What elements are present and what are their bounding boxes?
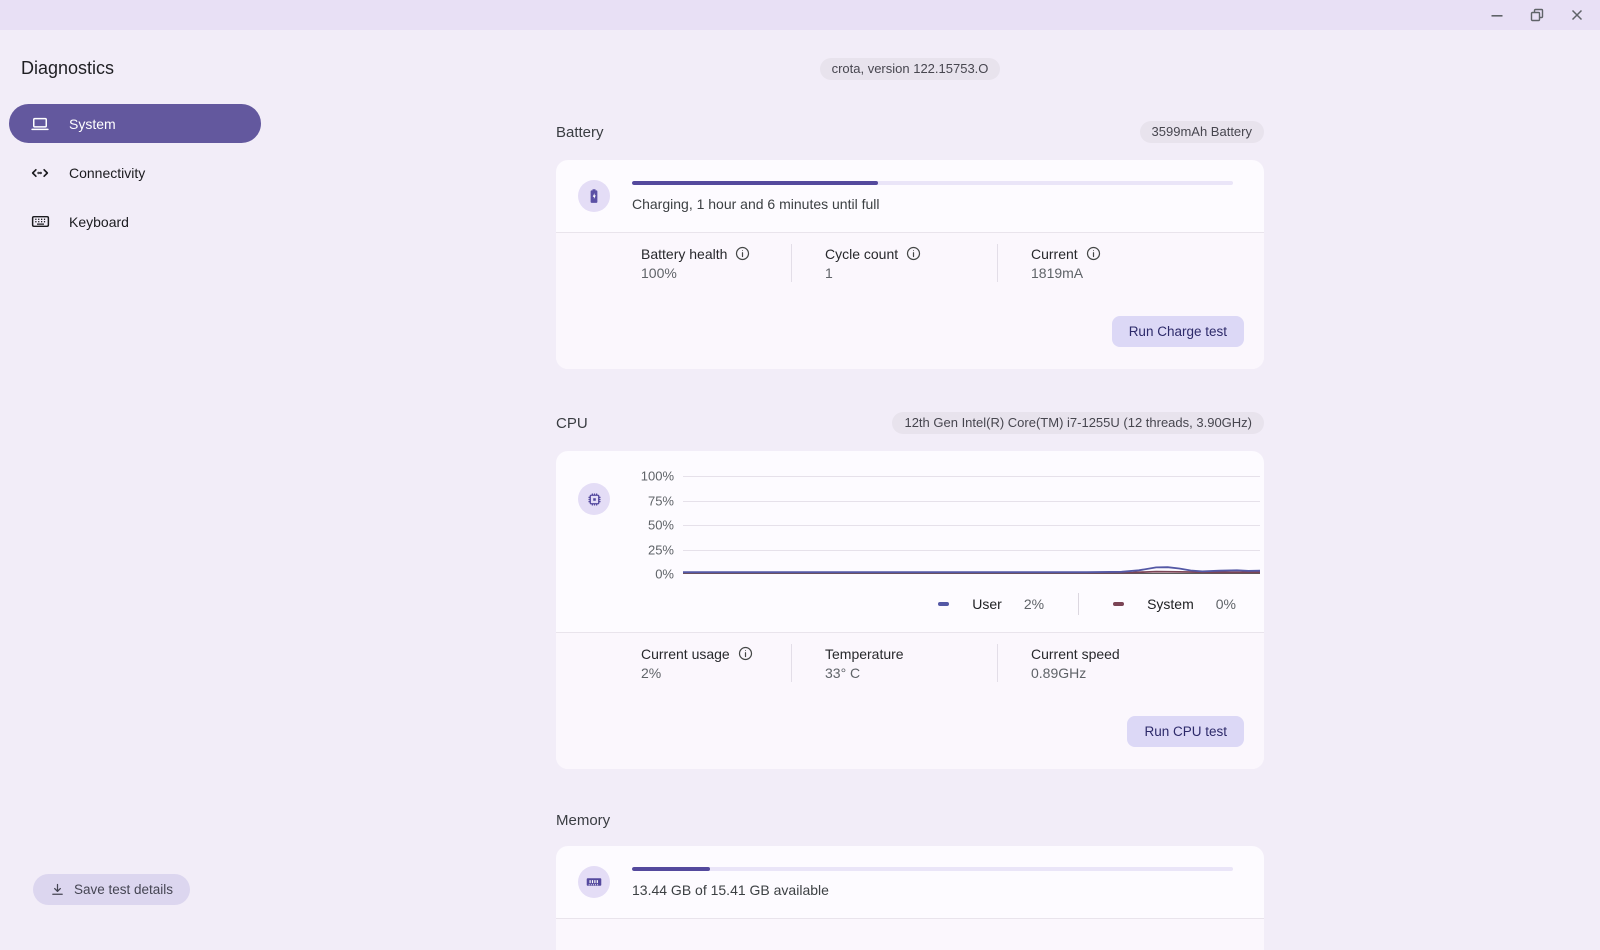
battery-capacity-badge: 3599mAh Battery: [1139, 121, 1264, 143]
info-icon[interactable]: [735, 246, 750, 261]
run-cpu-test-button[interactable]: Run CPU test: [1127, 716, 1244, 747]
save-test-details-label: Save test details: [74, 882, 174, 897]
battery-stats-row: Battery health 100% Cycle count 1 Curren…: [556, 233, 1264, 295]
cpu-chart-legend: User 2% System 0%: [632, 574, 1260, 632]
current-speed-label: Current speed: [1031, 645, 1120, 662]
cpu-usage-chart: 100% 75% 50% 25% 0%: [632, 468, 1260, 582]
battery-status-text: Charging, 1 hour and 6 minutes until ful…: [632, 195, 880, 212]
sidebar-item-connectivity[interactable]: Connectivity: [9, 153, 261, 192]
memory-card: 13.44 GB of 15.41 GB available: [556, 846, 1264, 950]
memory-ram-icon: [578, 866, 610, 898]
battery-section-title: Battery: [556, 123, 604, 141]
battery-charge-progressbar: [632, 180, 1233, 185]
download-icon: [50, 882, 65, 897]
info-icon[interactable]: [738, 646, 753, 661]
sidebar-item-keyboard[interactable]: Keyboard: [9, 202, 261, 241]
current-speed-value: 0.89GHz: [1031, 664, 1087, 681]
board-version-badge: crota, version 122.15753.O: [819, 58, 1001, 80]
current-value: 1819mA: [1031, 264, 1084, 281]
cycle-count-value: 1: [825, 264, 833, 281]
system-series-swatch: [1113, 602, 1125, 606]
cpu-model-badge: 12th Gen Intel(R) Core(TM) i7-1255U (12 …: [892, 412, 1264, 434]
minimize-button[interactable]: [1488, 6, 1506, 24]
save-test-details-button[interactable]: Save test details: [33, 874, 191, 905]
cpu-chip-icon: [578, 483, 610, 515]
legend-user: User 2%: [938, 596, 1044, 612]
battery-icon: [578, 180, 610, 212]
cpu-section: CPU 12th Gen Intel(R) Core(TM) i7-1255U …: [556, 412, 1264, 769]
cpu-section-title: CPU: [556, 414, 588, 432]
sidebar-item-label: Connectivity: [69, 164, 146, 181]
main-content: crota, version 122.15753.O Battery 3599m…: [270, 30, 1600, 950]
temperature-value: 33° C: [825, 664, 861, 681]
sidebar-item-label: System: [69, 115, 116, 132]
legend-system: System 0%: [1113, 596, 1236, 612]
current-usage-label: Current usage: [641, 646, 791, 662]
cpu-chart-plot-area: [683, 476, 1260, 575]
close-button[interactable]: [1568, 6, 1586, 24]
battery-section: Battery 3599mAh Battery Charging, 1 hour…: [556, 121, 1264, 369]
current-usage-value: 2%: [641, 664, 662, 681]
user-series-swatch: [938, 602, 950, 606]
laptop-icon: [29, 113, 51, 135]
sidebar-item-label: Keyboard: [69, 213, 129, 230]
cpu-stats-row: Current usage 2% Temperature 33° C Curre…: [556, 633, 1264, 695]
cpu-card: 100% 75% 50% 25% 0% User 2% System 0% Cu…: [556, 451, 1264, 769]
memory-section-title: Memory: [556, 812, 611, 829]
battery-card: Charging, 1 hour and 6 minutes until ful…: [556, 160, 1264, 369]
cpu-chart-y-axis: 100% 75% 50% 25% 0%: [640, 468, 674, 582]
restore-button[interactable]: [1528, 6, 1546, 24]
cpu-usage-lines: [683, 566, 1260, 574]
keyboard-icon: [29, 211, 51, 233]
info-icon[interactable]: [1086, 246, 1101, 261]
sidebar-item-system[interactable]: System: [9, 104, 261, 143]
memory-usage-progressbar: [632, 866, 1233, 871]
cycle-count-label: Cycle count: [825, 246, 997, 262]
temperature-label: Temperature: [825, 645, 904, 662]
current-label: Current: [1031, 246, 1264, 262]
battery-health-label: Battery health: [641, 246, 791, 262]
run-charge-test-button[interactable]: Run Charge test: [1111, 316, 1244, 347]
page-title: Diagnostics: [21, 58, 115, 78]
info-icon[interactable]: [906, 246, 921, 261]
memory-section: Memory 13.44 GB of 15.41 GB available: [556, 812, 1264, 950]
connectivity-icon: [29, 162, 51, 184]
memory-status-text: 13.44 GB of 15.41 GB available: [632, 881, 829, 898]
titlebar: [0, 0, 1600, 30]
sidebar: Diagnostics System Connectivity Keyboard…: [0, 30, 270, 950]
battery-health-value: 100%: [641, 264, 677, 281]
